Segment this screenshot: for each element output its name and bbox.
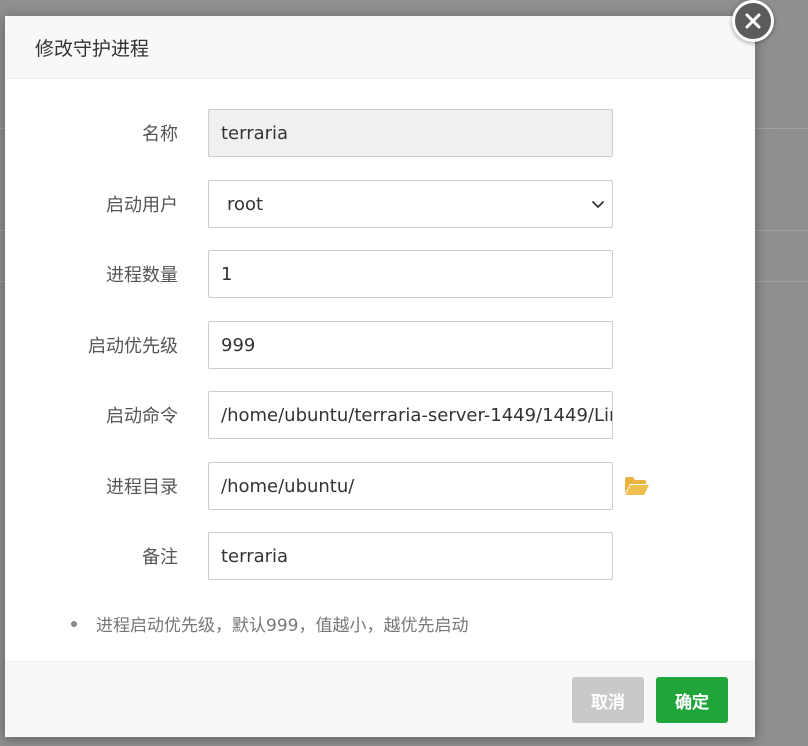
dialog-title: 修改守护进程	[35, 37, 150, 60]
cancel-button[interactable]: 取消	[572, 677, 644, 723]
remark-label: 备注	[142, 547, 178, 568]
user-select-value: root	[227, 193, 264, 215]
user-row: 启动用户 root	[5, 180, 755, 228]
priority-hint-text: 进程启动优先级，默认999，值越小，越优先启动	[96, 616, 469, 636]
daemon-form: 名称 terraria 启动用户 root 进程数量 1 启动优先级 999 启…	[5, 79, 755, 661]
command-input[interactable]: /home/ubuntu/terraria-server-1449/1449/L…	[208, 391, 613, 439]
dialog-footer: 取消 确定	[5, 661, 755, 737]
close-icon	[745, 13, 761, 29]
dialog-header: 修改守护进程	[5, 16, 755, 79]
priority-row: 启动优先级 999	[5, 321, 755, 369]
name-label: 名称	[142, 124, 178, 145]
priority-hint: 进程启动优先级，默认999，值越小，越优先启动	[71, 611, 468, 636]
close-button[interactable]	[732, 0, 774, 42]
name-input[interactable]: terraria	[208, 109, 613, 157]
bullet-icon	[71, 620, 77, 627]
priority-input[interactable]: 999	[208, 321, 613, 369]
priority-label: 启动优先级	[88, 336, 178, 357]
command-label: 启动命令	[106, 406, 178, 427]
remark-input[interactable]: terraria	[208, 532, 613, 580]
command-row: 启动命令 /home/ubuntu/terraria-server-1449/1…	[5, 391, 755, 439]
confirm-button[interactable]: 确定	[656, 677, 728, 723]
directory-label: 进程目录	[106, 477, 178, 498]
user-label: 启动用户	[106, 195, 178, 216]
process-count-row: 进程数量 1	[5, 250, 755, 298]
user-select[interactable]: root	[208, 180, 613, 228]
directory-row: 进程目录 /home/ubuntu/	[5, 462, 755, 510]
edit-daemon-dialog: 修改守护进程 名称 terraria 启动用户 root 进程数量 1 启动优先…	[5, 16, 755, 737]
name-row: 名称 terraria	[5, 109, 755, 157]
chevron-down-icon	[592, 201, 604, 208]
directory-input[interactable]: /home/ubuntu/	[208, 462, 613, 510]
process-count-label: 进程数量	[106, 265, 178, 286]
process-count-input[interactable]: 1	[208, 250, 613, 298]
remark-row: 备注 terraria	[5, 532, 755, 580]
folder-open-icon[interactable]	[624, 475, 650, 497]
